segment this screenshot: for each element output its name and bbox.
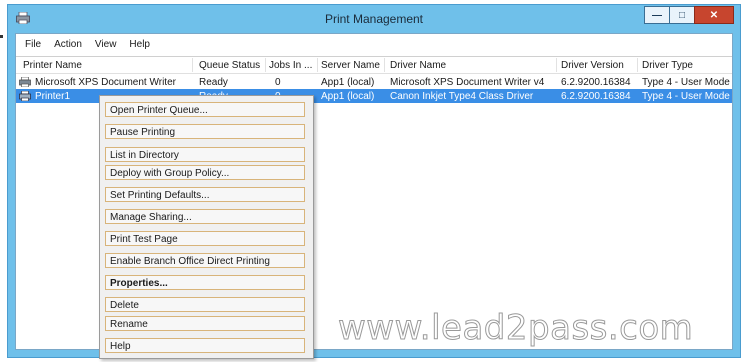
title-bar: Print Management — □ ✕	[8, 5, 740, 33]
menu-manage-sharing[interactable]: Manage Sharing...	[105, 209, 305, 224]
printer-row-xps[interactable]: Microsoft XPS Document Writer Ready 0 Ap…	[16, 75, 732, 89]
menu-help[interactable]: Help	[129, 39, 150, 50]
column-jobs-in-queue[interactable]: Jobs In ...	[269, 60, 312, 71]
column-driver-type[interactable]: Driver Type	[642, 60, 693, 71]
menu-list-in-directory[interactable]: List in Directory	[105, 147, 305, 162]
cell-driver-version: 6.2.9200.16384	[561, 77, 631, 88]
column-divider[interactable]	[384, 58, 385, 72]
watermark: www.lead2pass.com	[337, 308, 694, 349]
menu-bar: File Action View Help	[16, 34, 732, 54]
menu-print-test-page[interactable]: Print Test Page	[105, 231, 305, 246]
menu-help-item[interactable]: Help	[105, 338, 305, 353]
menu-view[interactable]: View	[95, 39, 117, 50]
cell-driver-type: Type 4 - User Mode	[642, 91, 730, 102]
minimize-button[interactable]: —	[644, 6, 670, 24]
printer-icon	[19, 91, 31, 101]
menu-enable-branch-office[interactable]: Enable Branch Office Direct Printing	[105, 253, 305, 268]
cell-printer-name: Microsoft XPS Document Writer	[35, 77, 176, 88]
cell-queue-status: Ready	[199, 77, 228, 88]
cell-driver-name: Canon Inkjet Type4 Class Driver	[390, 91, 534, 102]
maximize-icon: □	[678, 9, 686, 21]
window-title: Print Management	[324, 12, 424, 26]
menu-file[interactable]: File	[25, 39, 41, 50]
context-menu: Open Printer Queue... Pause Printing Lis…	[99, 95, 314, 359]
cell-driver-version: 6.2.9200.16384	[561, 91, 631, 102]
cell-server-name: App1 (local)	[321, 91, 375, 102]
close-button[interactable]: ✕	[694, 6, 734, 24]
menu-pause-printing[interactable]: Pause Printing	[105, 124, 305, 139]
maximize-button[interactable]: □	[669, 6, 695, 24]
column-driver-name[interactable]: Driver Name	[390, 60, 446, 71]
menu-action[interactable]: Action	[54, 39, 82, 50]
stray-dot	[0, 35, 3, 38]
column-printer-name[interactable]: Printer Name	[23, 60, 82, 71]
column-divider[interactable]	[265, 58, 266, 72]
cell-server-name: App1 (local)	[321, 77, 375, 88]
menu-properties[interactable]: Properties...	[105, 275, 305, 290]
cell-jobs-in-queue: 0	[275, 77, 281, 88]
cell-driver-name: Microsoft XPS Document Writer v4	[390, 77, 545, 88]
menu-rename[interactable]: Rename	[105, 316, 305, 331]
column-divider[interactable]	[556, 58, 557, 72]
column-divider[interactable]	[317, 58, 318, 72]
menu-deploy-group-policy[interactable]: Deploy with Group Policy...	[105, 165, 305, 180]
cell-driver-type: Type 4 - User Mode	[642, 77, 730, 88]
column-server-name[interactable]: Server Name	[321, 60, 380, 71]
window-controls: — □ ✕	[644, 6, 734, 24]
menu-open-printer-queue[interactable]: Open Printer Queue...	[105, 102, 305, 117]
column-driver-version[interactable]: Driver Version	[561, 60, 624, 71]
column-divider[interactable]	[637, 58, 638, 72]
minimize-icon: —	[652, 9, 662, 21]
column-divider[interactable]	[192, 58, 193, 72]
cell-printer-name: Printer1	[35, 91, 71, 102]
printer-icon	[19, 77, 31, 87]
column-queue-status[interactable]: Queue Status	[199, 60, 260, 71]
column-header-row: Printer Name Queue Status Jobs In ... Se…	[16, 57, 732, 74]
menu-delete[interactable]: Delete	[105, 297, 305, 312]
menu-set-printing-defaults[interactable]: Set Printing Defaults...	[105, 187, 305, 202]
close-icon: ✕	[709, 9, 719, 21]
